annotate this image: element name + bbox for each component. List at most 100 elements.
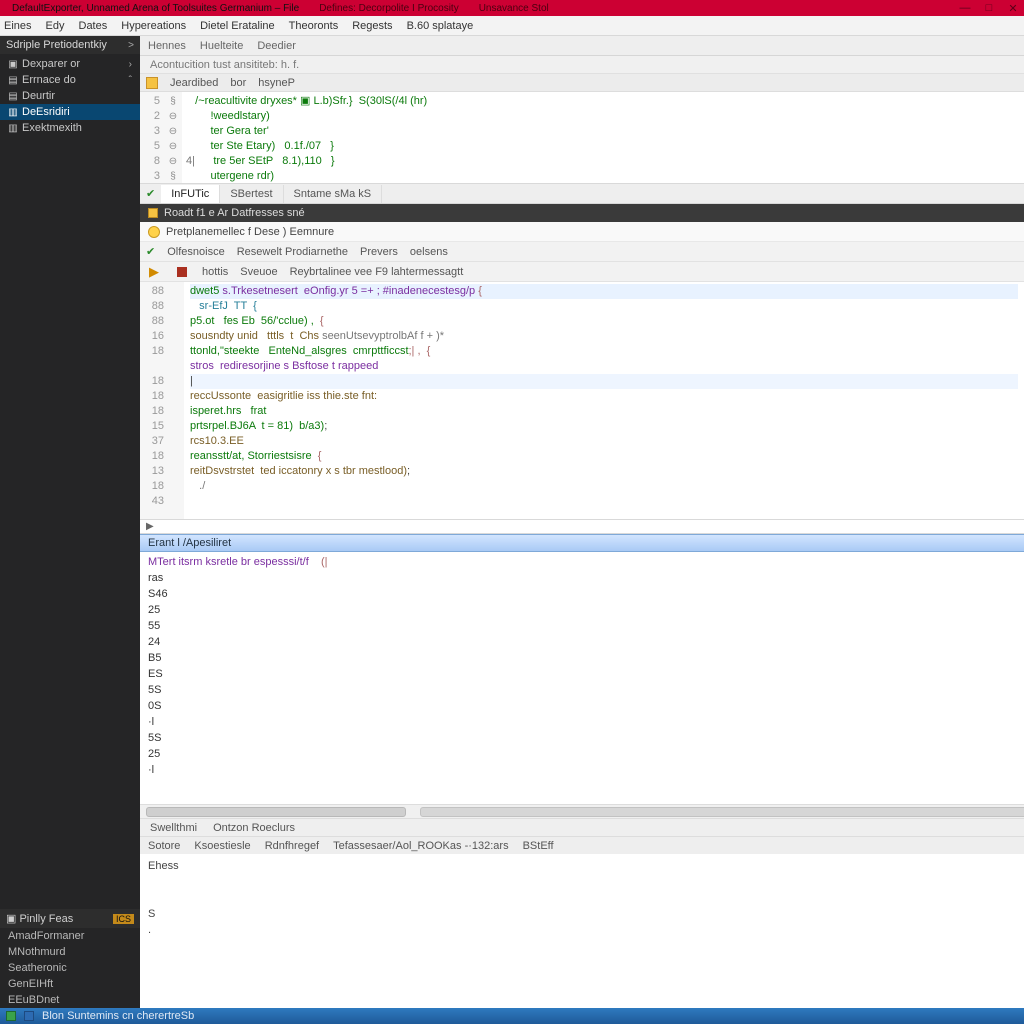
check-icon: ✔ (146, 245, 155, 258)
toolbar-label[interactable]: Jeardibed (170, 77, 218, 89)
console-tab[interactable]: Ksoestiesle (194, 840, 250, 852)
console-bar: Sotore Ksoestiesle Rdnfhregef Tefassesae… (140, 836, 1024, 854)
menu-item[interactable]: Eines (4, 20, 32, 32)
breadcrumb: Acontucition tust ansititeb: h. f. (140, 56, 1024, 74)
fold-column[interactable]: §⊖⊖⊖⊖§ (164, 92, 182, 183)
tree-label: Dexparer or (22, 58, 80, 70)
bottom-tabs: Swellthmi Ontzon Roeclurs (140, 818, 1024, 836)
sidebar: Sdriple Pretiodentkiy > ▣Dexparer or› ▤E… (0, 36, 140, 1008)
document-tabs: Hennes Huelteite Deedier (140, 36, 1024, 56)
subtool-item[interactable]: Prevers (360, 246, 398, 258)
panel2-item[interactable]: AmadFormaner (0, 928, 140, 944)
editor-scrollrow[interactable]: ▶ (140, 520, 1024, 534)
doc-tab[interactable]: Huelteite (200, 40, 243, 52)
title-tab-0[interactable]: DefaultExporter, Unnamed Arena of Toolsu… (4, 2, 307, 15)
tree-item[interactable]: ▣Dexparer or› (0, 56, 140, 72)
sidebar-section-head[interactable]: Sdriple Pretiodentkiy > (0, 36, 140, 54)
panel2-item[interactable]: MNothmurd (0, 944, 140, 960)
subtool-item[interactable]: oelsens (410, 246, 448, 258)
tree-label: DeEsridiri (22, 106, 70, 118)
console-tab[interactable]: Sotore (148, 840, 180, 852)
title-tab-2[interactable]: Unsavance Stol (471, 2, 557, 15)
console-tab[interactable]: BStEff (523, 840, 554, 852)
lightbulb-icon[interactable] (148, 226, 160, 238)
mid-tab[interactable]: SBertest (220, 185, 283, 203)
editor-top[interactable]: 523583 §⊖⊖⊖⊖§ /~reacultivite dryxes* ▣ L… (140, 92, 1024, 184)
doc-tab[interactable]: Hennes (148, 40, 186, 52)
marker-icon[interactable] (146, 77, 158, 89)
expand-icon[interactable]: ▶ (146, 521, 154, 532)
menu-item[interactable]: Regests (352, 20, 392, 32)
output-header[interactable]: Erant l /Apesiliret (140, 534, 1024, 552)
check-icon: ✔ (146, 187, 155, 200)
menu-item[interactable]: Hypereations (121, 20, 186, 32)
minimize-icon[interactable]: — (958, 2, 972, 15)
file-icon: ▥ (8, 107, 18, 118)
tree-item[interactable]: ▤Errnace doˆ (0, 72, 140, 88)
title-tab-1[interactable]: Defines: Decorpolite I Procosity (311, 2, 467, 15)
section-header: Pretplanemellec f Dese ) Eemnure (140, 222, 1024, 242)
scroll-thumb[interactable] (146, 807, 406, 817)
main: Hennes Huelteite Deedier Acontucition tu… (140, 36, 1024, 1008)
subtool-item[interactable]: Resewelt Prodiarnethe (237, 246, 348, 258)
menu-item[interactable]: B.60 splataye (407, 20, 474, 32)
tree-item[interactable]: ▥Exektmexith (0, 120, 140, 136)
toolbar-label[interactable]: bor (230, 77, 246, 89)
subtool-item[interactable]: hottis (202, 266, 228, 278)
marker-icon (148, 208, 158, 218)
maximize-icon[interactable]: □ (982, 2, 996, 15)
sidebar-section-title: Sdriple Pretiodentkiy (6, 39, 107, 51)
code-area[interactable]: dwet5 s.Trkesetnesert eOnfig.yr 5 =+ ; #… (184, 282, 1024, 519)
chevron-down-icon: ˆ (129, 75, 132, 86)
gutter: 523583 (140, 92, 164, 183)
close-icon[interactable]: ✕ (1006, 2, 1020, 15)
subtool-item[interactable]: Reybrtalinee vee F9 lahtermessagtt (290, 266, 464, 278)
output-panel[interactable]: MTert itsrm ksretle br espesssi/t/f (|ra… (140, 552, 1024, 804)
panel2-item[interactable]: GenEIHft (0, 976, 140, 992)
code-area[interactable]: /~reacultivite dryxes* ▣ L.b)Sfr.} S(30l… (182, 92, 1024, 183)
sidebar-tree: ▣Dexparer or› ▤Errnace doˆ ▤Deurtir ▥DeE… (0, 54, 140, 138)
subtool-item[interactable]: Sveuoe (240, 266, 277, 278)
section-banner: Roadt f1 e Ar Datfresses sné (140, 204, 1024, 222)
module-icon: ▣ (6, 913, 16, 925)
doc-tab[interactable]: Deedier (257, 40, 296, 52)
menubar: Eines Edy Dates Hypereations Dietel Erat… (0, 16, 1024, 36)
status-text: Blon Suntemins cn cherertreSb (42, 1010, 194, 1022)
menu-item[interactable]: Edy (46, 20, 65, 32)
console-tab[interactable]: Rdnfhregef (265, 840, 319, 852)
bottom-tab[interactable]: Swellthmi (150, 822, 197, 834)
panel2-title: Pinlly Feas (19, 913, 73, 925)
mid-tabs: ✔ InFUTic SBertest Sntame sMa kS (140, 184, 1024, 204)
chevron-right-icon: > (128, 40, 134, 51)
tree-item[interactable]: ▤Deurtir (0, 88, 140, 104)
status-icon[interactable] (6, 1011, 16, 1021)
menu-item[interactable]: Theoronts (289, 20, 339, 32)
menu-item[interactable]: Dietel Erataline (200, 20, 275, 32)
badge-icon: ICS (113, 914, 134, 924)
toolbar-label[interactable]: hsyneP (258, 77, 295, 89)
chevron-right-icon: › (129, 59, 132, 70)
scroll-thumb[interactable] (420, 807, 1024, 817)
status-icon[interactable] (24, 1011, 34, 1021)
horizontal-scrollbar[interactable] (140, 804, 1024, 818)
tree-item[interactable]: ▥ DeEsridiri (0, 104, 140, 120)
panel2-item[interactable]: Seatheronic (0, 960, 140, 976)
console[interactable]: EhessS. (140, 854, 1024, 1008)
mid-tab[interactable]: InFUTic (161, 185, 220, 203)
subtool-item[interactable]: Olfesnoisce (167, 246, 224, 258)
fold-column[interactable] (168, 282, 184, 519)
menu-item[interactable]: Dates (79, 20, 108, 32)
mid-tab[interactable]: Sntame sMa kS (284, 185, 383, 203)
editor-main[interactable]: 8888881618181818153718131843 dwet5 s.Trk… (140, 282, 1024, 520)
file-icon: ▤ (8, 75, 18, 86)
stop-icon[interactable] (174, 264, 190, 280)
console-tab[interactable]: Tefassesaer/Aol_ROOKas -·132:ars (333, 840, 508, 852)
panel2-item[interactable]: EEuBDnet (0, 992, 140, 1008)
gutter: 8888881618181818153718131843 (140, 282, 168, 519)
play-icon[interactable]: ▶ (146, 264, 162, 280)
bottom-tab[interactable]: Ontzon Roeclurs (213, 822, 295, 834)
file-icon: ▤ (8, 91, 18, 102)
status-bar: Blon Suntemins cn cherertreSb (0, 1008, 1024, 1024)
panel2-head[interactable]: ▣ Pinlly Feas ICS (0, 909, 140, 928)
file-icon: ▥ (8, 123, 18, 134)
